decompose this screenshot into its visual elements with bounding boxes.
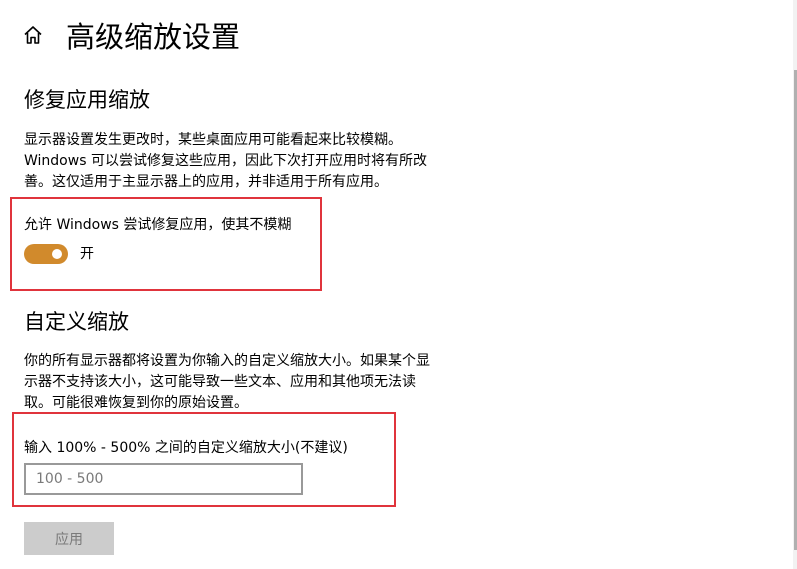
page-title: 高级缩放设置 xyxy=(66,20,241,54)
apply-button[interactable]: 应用 xyxy=(24,522,114,555)
description-line: Windows 可以尝试修复这些应用，因此下次打开应用时将有所改 xyxy=(24,153,427,169)
fix-app-scaling-heading: 修复应用缩放 xyxy=(24,88,150,112)
fix-app-scaling-description: 显示器设置发生更改时，某些桌面应用可能看起来比较模糊。 Windows 可以尝试… xyxy=(24,130,464,193)
fix-apps-toggle-label: 允许 Windows 尝试修复应用，使其不模糊 xyxy=(24,217,292,233)
custom-scaling-description: 你的所有显示器都将设置为你输入的自定义缩放大小。如果某个显 示器不支持该大小，这… xyxy=(24,351,464,414)
description-line: 示器不支持该大小，这可能导致一些文本、应用和其他项无法读 xyxy=(24,374,416,390)
toggle-knob xyxy=(52,249,62,259)
custom-scaling-input[interactable] xyxy=(24,463,303,495)
description-line: 显示器设置发生更改时，某些桌面应用可能看起来比较模糊。 xyxy=(24,132,402,148)
advanced-scaling-settings-page: 高级缩放设置 修复应用缩放 显示器设置发生更改时，某些桌面应用可能看起来比较模糊… xyxy=(0,0,797,569)
description-line: 取。可能很难恢复到你的原始设置。 xyxy=(24,395,248,411)
home-icon[interactable] xyxy=(22,24,44,46)
custom-scaling-input-label: 输入 100% - 500% 之间的自定义缩放大小(不建议) xyxy=(24,440,348,456)
fix-apps-toggle[interactable] xyxy=(24,244,68,264)
description-line: 你的所有显示器都将设置为你输入的自定义缩放大小。如果某个显 xyxy=(24,353,430,369)
custom-scaling-heading: 自定义缩放 xyxy=(24,310,129,334)
toggle-state-text: 开 xyxy=(80,246,94,262)
description-line: 善。这仅适用于主显示器上的应用，并非适用于所有应用。 xyxy=(24,174,388,190)
